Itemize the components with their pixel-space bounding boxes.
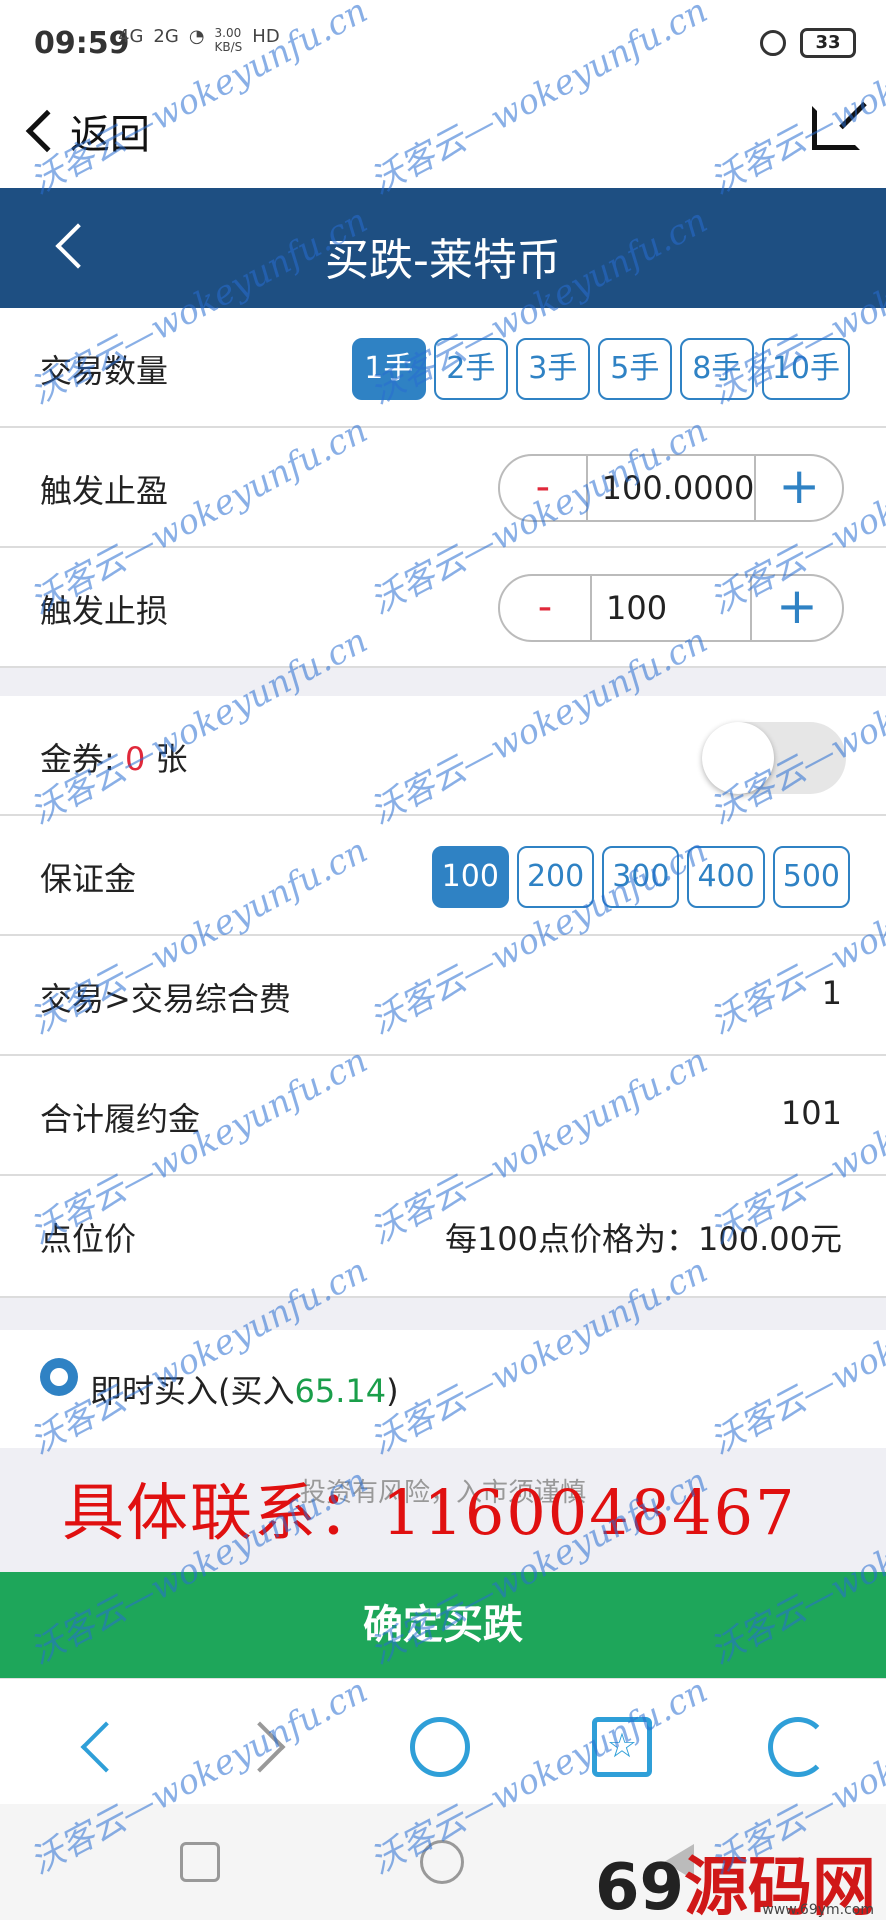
recent-apps-icon[interactable]	[180, 1842, 220, 1882]
quantity-option[interactable]: 5手	[597, 338, 672, 400]
net-speed-unit: KB/S	[214, 40, 243, 54]
take-profit-label: 触发止盈	[40, 472, 169, 510]
stop-loss-input[interactable]: 100	[590, 576, 752, 640]
alarm-icon	[760, 30, 786, 56]
margin-option[interactable]: 200	[516, 846, 595, 908]
status-right: 33	[760, 28, 856, 58]
site-logo-url: www.69ym.com	[762, 1902, 874, 1918]
confirm-sell-button[interactable]: 确定买跌	[0, 1572, 886, 1678]
signal-4g-icon: 4G	[118, 26, 144, 47]
browser-back-label: 返回	[70, 112, 150, 158]
coupon-count: 0	[124, 740, 146, 778]
margin-row: 保证金 100 200 300 400 500	[0, 816, 886, 936]
buy-mode-text: 即时买入(买入	[90, 1372, 295, 1410]
stop-loss-minus-button[interactable]: -	[500, 576, 590, 640]
refresh-icon[interactable]	[768, 1717, 828, 1777]
status-time: 09:59	[34, 26, 130, 61]
network-info: 4G 2G ◔ 3.00 KB/S HD	[118, 26, 280, 54]
net-speed: 3.00 KB/S	[215, 26, 243, 54]
fee-label: 交易>交易综合费	[40, 980, 291, 1018]
browser-back-button[interactable]: 返回	[22, 102, 150, 160]
hd-icon: HD	[252, 26, 280, 47]
quantity-label: 交易数量	[40, 352, 169, 390]
point-price-label: 点位价	[40, 1220, 137, 1258]
home-icon[interactable]	[420, 1840, 464, 1884]
toggle-knob	[702, 722, 774, 794]
stop-loss-row: 触发止损 - 100 +	[0, 548, 886, 668]
take-profit-stepper: - 100.0000 +	[498, 454, 844, 522]
net-speed-value: 3.00	[214, 26, 242, 40]
chat-icon[interactable]	[410, 1717, 470, 1777]
buy-mode-label: 即时买入(买入65.14)	[90, 1366, 399, 1412]
stop-loss-stepper: - 100 +	[498, 574, 844, 642]
signal-2g-icon: 2G	[153, 26, 179, 47]
stop-loss-label: 触发止损	[40, 592, 169, 630]
point-price-value: 每100点价格为：100.00元	[444, 1220, 842, 1258]
coupon-row: 金券: 0 张	[0, 696, 886, 816]
stop-loss-plus-button[interactable]: +	[752, 576, 842, 640]
point-price-row: 点位价 每100点价格为：100.00元	[0, 1176, 886, 1298]
coupon-unit: 张	[145, 740, 188, 778]
quantity-option[interactable]: 3手	[515, 338, 590, 400]
browser-bottom-nav: ☆	[0, 1678, 886, 1804]
margin-option[interactable]: 400	[687, 846, 765, 908]
status-bar: 09:59 4G 2G ◔ 3.00 KB/S HD 33	[0, 0, 886, 92]
margin-option[interactable]: 300	[602, 846, 680, 908]
site-logo-digits: 69	[594, 1851, 684, 1920]
buy-mode-suffix: )	[386, 1372, 399, 1410]
take-profit-input[interactable]: 100.0000	[585, 456, 757, 520]
quantity-option[interactable]: 10手	[761, 338, 850, 400]
chevron-left-icon	[25, 109, 69, 153]
quantity-option[interactable]: 2手	[433, 338, 508, 400]
section-divider	[0, 1298, 886, 1330]
buy-price: 65.14	[294, 1372, 387, 1410]
battery-icon: 33	[800, 28, 856, 58]
page-header: 买跌-莱特币	[0, 188, 886, 308]
fee-row: 交易>交易综合费 1	[0, 936, 886, 1056]
buy-mode-radio[interactable]	[40, 1358, 78, 1396]
total-row: 合计履约金 101	[0, 1056, 886, 1176]
take-profit-plus-button[interactable]: +	[756, 456, 842, 520]
margin-options: 100 200 300 400 500	[431, 846, 850, 908]
quantity-option[interactable]: 8手	[679, 338, 754, 400]
browser-toolbar: 返回	[0, 92, 886, 188]
fee-value: 1	[821, 974, 842, 1012]
margin-option[interactable]: 100	[431, 846, 509, 908]
share-icon[interactable]	[812, 106, 860, 150]
quantity-option[interactable]: 1手	[351, 338, 426, 400]
page-title: 买跌-莱特币	[325, 235, 561, 286]
buy-mode-row[interactable]: 即时买入(买入65.14)	[0, 1330, 886, 1448]
nav-forward-icon[interactable]	[236, 1717, 296, 1777]
bookmark-star-icon[interactable]: ☆	[592, 1717, 652, 1777]
take-profit-minus-button[interactable]: -	[500, 456, 586, 520]
contact-overlay-text: 具体联系：1160048467	[62, 1476, 797, 1549]
coupon-label-text: 金券:	[40, 740, 125, 778]
margin-label: 保证金	[40, 860, 137, 898]
system-nav-bar: 69源码网 www.69ym.com	[0, 1804, 886, 1920]
margin-option[interactable]: 500	[772, 846, 850, 908]
coupon-label: 金券: 0 张	[40, 734, 188, 780]
quantity-options: 1手 2手 3手 5手 8手 10手	[351, 338, 850, 400]
coupon-toggle[interactable]	[702, 722, 846, 794]
wifi-icon: ◔	[188, 26, 205, 47]
section-divider	[0, 668, 886, 696]
nav-back-icon[interactable]	[72, 1717, 132, 1777]
total-value: 101	[780, 1094, 842, 1132]
take-profit-row: 触发止盈 - 100.0000 +	[0, 428, 886, 548]
quantity-row: 交易数量 1手 2手 3手 5手 8手 10手	[0, 308, 886, 428]
total-label: 合计履约金	[40, 1100, 201, 1138]
